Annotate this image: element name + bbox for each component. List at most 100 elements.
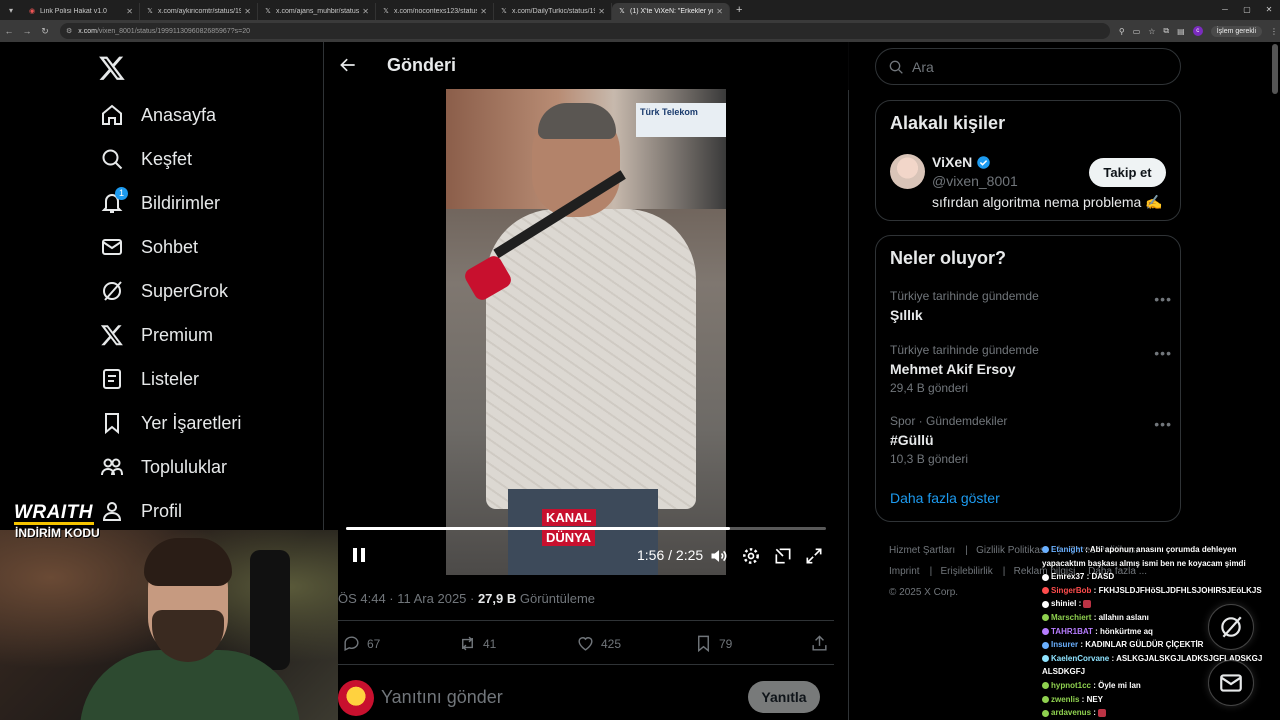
back-arrow-icon[interactable] — [338, 55, 358, 75]
video-progress-bar[interactable] — [346, 527, 826, 530]
profile-action-pill[interactable]: İşlem gerekli — [1210, 25, 1262, 37]
tab-close-icon[interactable]: ✕ — [126, 7, 133, 16]
video-player[interactable]: Türk Telekom KANAL DÜNYA 1:56 / 2:25 — [338, 89, 834, 575]
x-logo-icon[interactable] — [98, 54, 126, 82]
video-person-hair — [538, 103, 616, 139]
repost-button[interactable]: 41 — [458, 634, 496, 653]
tab-close-icon[interactable]: ✕ — [480, 7, 487, 16]
new-tab-button[interactable]: + — [736, 4, 742, 16]
browser-tab[interactable]: 𝕏x.com/ajans_muhbir/status/199✕ — [258, 3, 376, 20]
trend-item[interactable]: Türkiye tarihinde gündemde Şıllık ••• — [890, 289, 1172, 323]
star-icon[interactable]: ☆ — [1148, 27, 1155, 36]
favicon-icon: 𝕏 — [501, 7, 507, 15]
nav-item-lists[interactable]: Listeler — [100, 364, 199, 394]
cast-icon[interactable]: ▭ — [1133, 27, 1141, 36]
chat-badge-icon — [1042, 709, 1049, 717]
favicon-icon: 𝕏 — [383, 7, 389, 15]
grok-icon — [1221, 616, 1242, 638]
chat-badge-icon — [1042, 614, 1049, 622]
volume-icon[interactable] — [709, 546, 729, 566]
forward-nav-icon[interactable]: → — [18, 26, 36, 36]
nav-item-home[interactable]: Anasayfa — [100, 100, 216, 130]
nav-item-explore[interactable]: Keşfet — [100, 144, 192, 174]
search-icon — [102, 149, 123, 170]
browser-tab[interactable]: 𝕏x.com/DailyTurkic/status/1999✕ — [494, 3, 612, 20]
back-nav-icon[interactable]: ← — [0, 26, 18, 36]
reply-input[interactable]: Yanıtını gönder — [381, 687, 503, 708]
home-icon — [102, 104, 122, 125]
browser-tab[interactable]: ◉ Link Polisi Hakat v1.0 ✕ — [22, 3, 140, 20]
user-name[interactable]: ViXeN — [932, 154, 991, 170]
pause-icon[interactable] — [350, 545, 368, 565]
video-frame[interactable]: Türk Telekom KANAL DÜNYA — [446, 89, 726, 575]
chat-username: ardavenus — [1051, 708, 1092, 718]
reply-button[interactable]: 67 — [342, 634, 380, 653]
nav-item-bookmarks[interactable]: Yer İşaretleri — [100, 408, 241, 438]
chat-username: Insurer — [1051, 640, 1079, 650]
divider — [338, 664, 834, 665]
footer-link[interactable]: Imprint — [889, 566, 920, 577]
fullscreen-icon[interactable] — [804, 546, 824, 566]
heart-icon — [578, 637, 593, 651]
nav-item-notifications[interactable]: 1 Bildirimler — [100, 187, 220, 218]
close-window-icon[interactable]: ✕ — [1258, 0, 1280, 20]
more-options-icon[interactable]: ••• — [1154, 291, 1172, 307]
page-scrollbar[interactable] — [1272, 44, 1278, 94]
user-avatar[interactable] — [890, 154, 925, 189]
footer-link[interactable]: Hizmet Şartları — [889, 545, 955, 556]
reply-composer: Yanıtını gönder Yanıtla — [338, 676, 834, 720]
more-options-icon[interactable]: ••• — [1154, 345, 1172, 361]
menu-icon[interactable]: ⋮ — [1270, 27, 1278, 36]
tab-close-icon[interactable]: ✕ — [244, 7, 251, 16]
chat-text: KADINLAR GÜLDÜR ÇİÇEKTİR — [1085, 640, 1204, 650]
settings-gear-icon[interactable] — [741, 546, 761, 566]
nav-item-communities[interactable]: Topluluklar — [100, 452, 227, 482]
video-time: 1:56 / 2:25 — [637, 547, 704, 563]
sidebar-toggle-icon[interactable]: ▤ — [1177, 27, 1185, 36]
nav-item-premium[interactable]: Premium — [100, 320, 213, 350]
like-button[interactable]: 425 — [576, 634, 621, 653]
tab-close-icon[interactable]: ✕ — [716, 7, 723, 16]
chat-emote-icon — [1098, 709, 1107, 718]
post-timestamp[interactable]: ÖS 4:44 · 11 Ara 2025 · — [338, 591, 478, 606]
show-more-link[interactable]: Daha fazla göster — [890, 490, 1000, 506]
footer-link[interactable]: Erişilebilirlik — [941, 566, 993, 577]
chat-badge-icon — [1042, 573, 1049, 581]
profile-icon[interactable]: c — [1192, 26, 1203, 36]
chat-text: FKHJSLDJFHöSLJDFHLSJOHIRSJEöLKJS — [1098, 585, 1262, 595]
messages-fab-button[interactable] — [1208, 660, 1254, 706]
nav-item-supergrok[interactable]: SuperGrok — [100, 276, 228, 306]
browser-tab-active[interactable]: 𝕏 (1) X'te ViXeN: "Erkekler yo ✕ — [612, 3, 730, 20]
notification-badge: 1 — [115, 187, 128, 200]
toolbar-actions: ⚲ ▭ ☆ ⧉ ▤ c İşlem gerekli ⋮ — [1119, 23, 1278, 39]
tab-search-icon[interactable]: ▾ — [0, 0, 22, 20]
picture-in-picture-icon[interactable] — [773, 546, 793, 566]
trend-item[interactable]: Türkiye tarihinde gündemde Mehmet Akif E… — [890, 343, 1172, 395]
favicon-icon: 𝕏 — [265, 7, 271, 15]
browser-tab[interactable]: 𝕏x.com/aykiricomtr/status/1999✕ — [140, 3, 258, 20]
grok-fab-button[interactable] — [1208, 604, 1254, 650]
address-bar[interactable]: ⚙ x.com/vixen_8001/status/19991130960826… — [60, 23, 1110, 39]
maximize-icon[interactable]: ▢ — [1236, 0, 1258, 20]
user-avatar[interactable] — [338, 680, 374, 716]
nav-item-messages[interactable]: Sohbet — [100, 232, 198, 262]
tab-close-icon[interactable]: ✕ — [362, 7, 369, 16]
follow-button[interactable]: Takip et — [1089, 158, 1166, 187]
reply-submit-button[interactable]: Yanıtla — [748, 681, 820, 713]
footer-link[interactable]: Gizlilik Politikası — [976, 545, 1048, 556]
site-info-icon[interactable]: ⚙ — [66, 27, 72, 35]
bookmark-button[interactable]: 79 — [694, 634, 732, 653]
reload-icon[interactable]: ↻ — [36, 26, 54, 37]
minimize-icon[interactable]: ─ — [1214, 0, 1236, 20]
zoom-icon[interactable]: ⚲ — [1119, 27, 1125, 36]
user-handle[interactable]: @vixen_8001 — [932, 173, 1018, 189]
extensions-icon[interactable]: ⧉ — [1163, 26, 1169, 36]
trend-item[interactable]: Spor · Gündemdekiler #Güllü 10,3 B gönde… — [890, 414, 1172, 466]
tab-close-icon[interactable]: ✕ — [598, 7, 605, 16]
share-button[interactable] — [810, 634, 835, 653]
favicon-icon: ◉ — [28, 7, 36, 15]
browser-tab[interactable]: 𝕏x.com/nocontexs123/status/19✕ — [376, 3, 494, 20]
search-input[interactable]: Ara — [875, 48, 1181, 85]
more-options-icon[interactable]: ••• — [1154, 416, 1172, 432]
nav-item-profile[interactable]: Profil — [100, 496, 182, 526]
